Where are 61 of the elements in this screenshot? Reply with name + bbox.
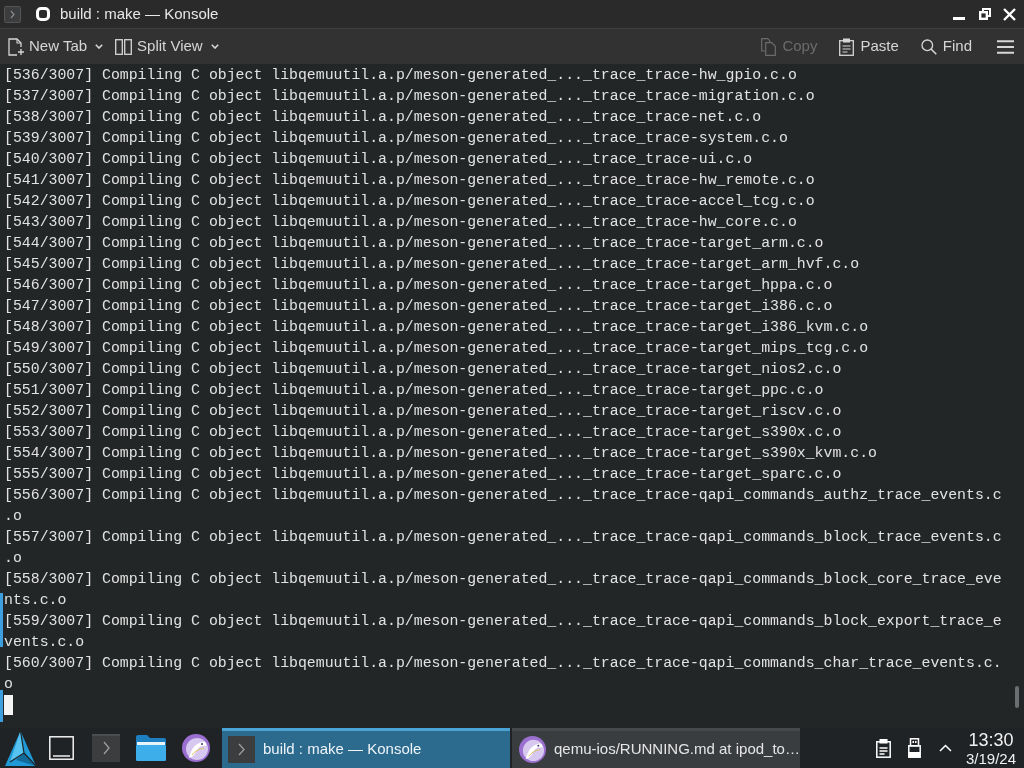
page-plus-icon: [8, 37, 24, 56]
clock-time[interactable]: 13:30: [968, 730, 1014, 749]
terminal-line: [548/3007] Compiling C object libqemuutil.a.p/meson-generated_..._trace_trace-target_i386_kvm.c.o: [4, 318, 870, 337]
margin-marker: [0, 690, 3, 722]
clock-date[interactable]: 3/19/24: [965, 750, 1016, 766]
margin-marker: [0, 593, 3, 647]
scrollbar-handle[interactable]: [1015, 686, 1019, 708]
terminal-line: [551/3007] Compiling C object libqemuutil.a.p/meson-generated_..._trace_trace-target_ppc.c.o: [4, 381, 825, 400]
terminal-line: [557/3007] Compiling C object libqemuutil.a.p/meson-generated_..._trace_trace-qapi_commands_block_trace_events.c.o: [4, 528, 1003, 568]
terminal-line: [554/3007] Compiling C object libqemuutil.a.p/meson-generated_..._trace_trace-target_s390x_kvm.c.o: [4, 444, 878, 463]
split-view-button[interactable]: Split View: [114, 32, 220, 61]
window-title: build : make — Konsole: [60, 3, 219, 24]
terminal-icon[interactable]: [92, 734, 120, 762]
terminal-line: [556/3007] Compiling C object libqemuutil.a.p/meson-generated_..._trace_trace-qapi_commands_authz_trace_events.c.o: [4, 486, 1003, 526]
rounded-square-icon[interactable]: [36, 7, 50, 21]
folder-icon[interactable]: [136, 735, 166, 761]
usb-stick-icon[interactable]: [907, 738, 921, 758]
terminal-line: [546/3007] Compiling C object libqemuutil.a.p/meson-generated_..._trace_trace-target_hppa.c.o: [4, 276, 834, 295]
minimize-icon[interactable]: [953, 16, 965, 20]
chevron-up-icon[interactable]: [938, 744, 952, 752]
terminal-line: [543/3007] Compiling C object libqemuutil.a.p/meson-generated_..._trace_trace-hw_core.c.o: [4, 213, 798, 232]
triangle-logo-icon[interactable]: [5, 730, 36, 766]
terminal-line: [547/3007] Compiling C object libqemuutil.a.p/meson-generated_..._trace_trace-target_i386.c.o: [4, 297, 834, 316]
terminal-icon[interactable]: [4, 5, 21, 23]
terminal-line: [553/3007] Compiling C object libqemuutil.a.p/meson-generated_..._trace_trace-target_s390x.c.o: [4, 423, 843, 442]
terminal-line: [555/3007] Compiling C object libqemuutil.a.p/meson-generated_..._trace_trace-target_sparc.c.o: [4, 465, 843, 484]
copy-icon: [761, 37, 777, 56]
caret-down-icon: [210, 44, 219, 49]
screen-icon[interactable]: [49, 736, 74, 760]
terminal-line: [559/3007] Compiling C object libqemuutil.a.p/meson-generated_..._trace_trace-qapi_commands_block_export_trace_events.c.o: [4, 612, 1003, 652]
split-columns-icon: [115, 38, 133, 55]
terminal-line: [537/3007] Compiling C object libqemuutil.a.p/meson-generated_..._trace_trace-migration.c.o: [4, 87, 816, 106]
terminal-line: [552/3007] Compiling C object libqemuutil.a.p/meson-generated_..._trace_trace-target_riscv.c.o: [4, 402, 843, 421]
text-cursor-icon: [4, 695, 13, 715]
terminal-line: [542/3007] Compiling C object libqemuutil.a.p/meson-generated_..._trace_trace-accel_tcg.c.o: [4, 192, 816, 211]
caret-down-icon: [95, 44, 104, 49]
terminal-line: [536/3007] Compiling C object libqemuutil.a.p/meson-generated_..._trace_trace-hw_gpio.c.o: [4, 66, 798, 85]
terminal-line: [541/3007] Compiling C object libqemuutil.a.p/meson-generated_..._trace_trace-hw_remote.c.o: [4, 171, 816, 190]
bird-icon[interactable]: [182, 734, 210, 762]
menu-icon[interactable]: [997, 39, 1014, 54]
terminal-line: [550/3007] Compiling C object libqemuutil.a.p/meson-generated_..._trace_trace-target_nios2.c.o: [4, 360, 843, 379]
terminal-line: [540/3007] Compiling C object libqemuutil.a.p/meson-generated_..._trace_trace-ui.c.o: [4, 150, 754, 169]
terminal-line: [560/3007] Compiling C object libqemuutil.a.p/meson-generated_..._trace_trace-qapi_commands_char_trace_events.c.o: [4, 654, 1003, 694]
paste-button[interactable]: Paste: [838, 32, 900, 61]
bird-icon: [519, 736, 546, 763]
terminal-line: [538/3007] Compiling C object libqemuutil.a.p/meson-generated_..._trace_trace-net.c.o: [4, 108, 763, 127]
task-button[interactable]: build : make — Konsole: [222, 728, 510, 768]
terminal-line: [544/3007] Compiling C object libqemuutil.a.p/meson-generated_..._trace_trace-target_arm.c.o: [4, 234, 825, 253]
terminal-icon: [228, 736, 255, 763]
terminal-line: [549/3007] Compiling C object libqemuutil.a.p/meson-generated_..._trace_trace-target_mips_tcg.c.o: [4, 339, 870, 358]
clipboard-icon[interactable]: [875, 738, 891, 758]
close-icon[interactable]: [1003, 7, 1016, 21]
search-icon: [920, 38, 937, 55]
clipboard-icon: [839, 37, 855, 56]
terminal-line: [545/3007] Compiling C object libqemuutil.a.p/meson-generated_..._trace_trace-target_arm_hvf.c.o: [4, 255, 861, 274]
new-tab-button[interactable]: New Tab: [7, 32, 105, 61]
restore-icon[interactable]: [979, 8, 991, 20]
find-button[interactable]: Find: [919, 32, 973, 61]
terminal-line: [539/3007] Compiling C object libqemuutil.a.p/meson-generated_..._trace_trace-system.c.o: [4, 129, 789, 148]
task-button[interactable]: qemu-ios/RUNNING.md at ipod_to…: [512, 728, 800, 768]
terminal-line: [558/3007] Compiling C object libqemuutil.a.p/meson-generated_..._trace_trace-qapi_commands_block_core_trace_events.c.o: [4, 570, 1003, 610]
